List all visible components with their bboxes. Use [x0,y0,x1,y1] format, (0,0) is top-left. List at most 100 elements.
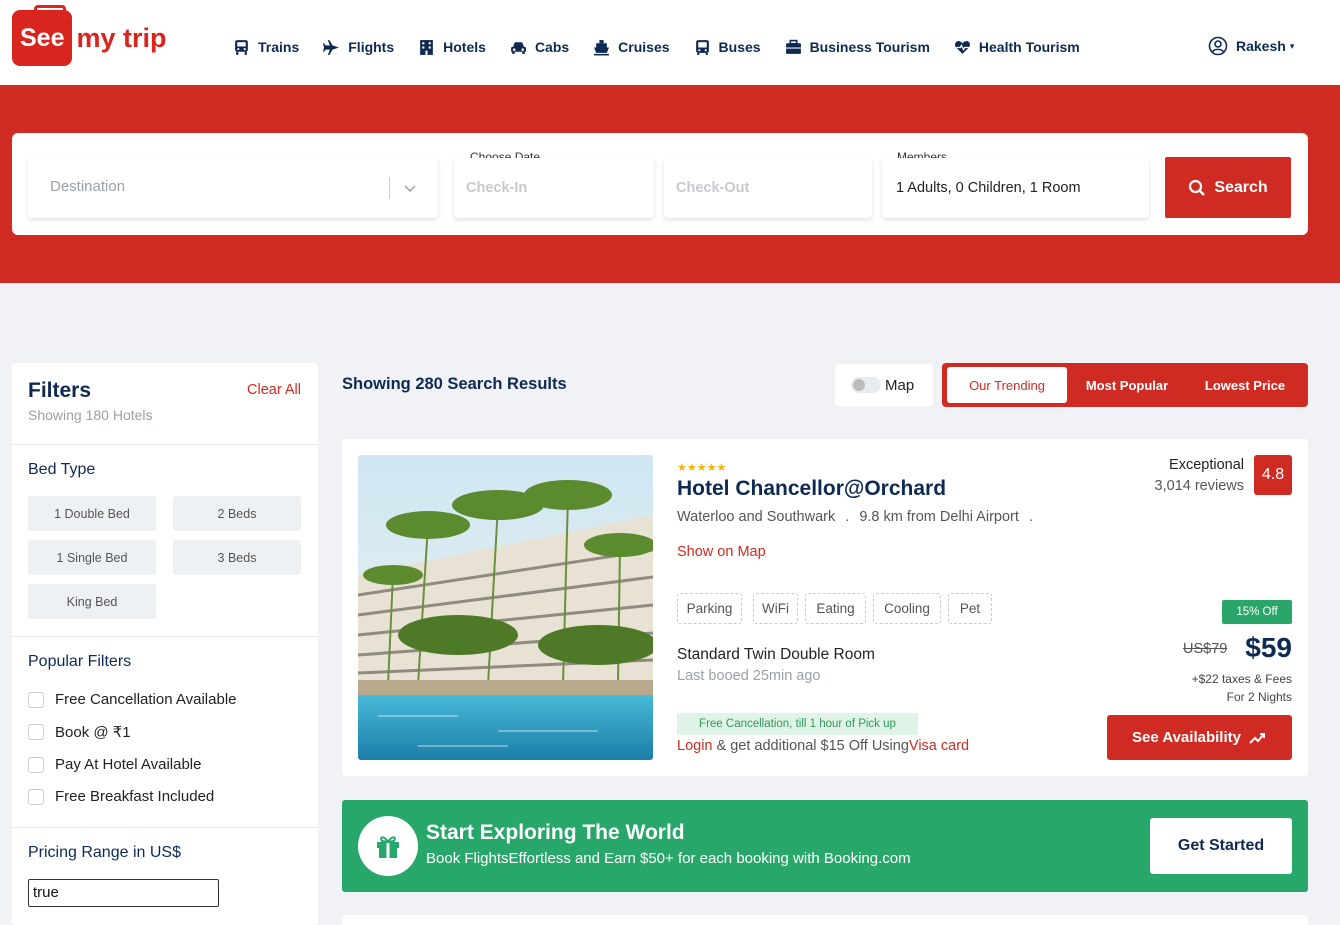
nav-cruises[interactable]: Cruises [593,36,670,58]
checkbox[interactable] [28,691,44,708]
map-label: Map [885,376,915,394]
check-in-input[interactable]: Check-In [454,158,654,218]
amenity-tag: Pet [948,593,992,624]
heart-pulse-icon [954,40,970,54]
discount-badge: 15% Off [1222,600,1292,624]
bus-icon [695,39,709,55]
toggle-switch[interactable] [851,377,881,393]
taxes-fees: +$22 taxes & Fees [1191,672,1292,686]
search-icon [1189,179,1206,196]
tab-lowest-price[interactable]: Lowest Price [1190,367,1300,403]
filter-checkbox[interactable]: Book @ ₹1 [28,723,131,741]
logo-suitcase: See [12,5,73,66]
rating-label: Exceptional [1169,457,1244,473]
user-circle-icon [1208,36,1228,56]
plane-icon [323,39,340,55]
chevron-down-icon[interactable] [401,179,419,197]
hotel-distance: 9.8 km from Delhi Airport [859,509,1019,525]
nav-health-tourism[interactable]: Health Tourism [954,36,1080,58]
nights-count: For 2 Nights [1226,690,1292,704]
hotel-photo[interactable] [358,455,653,760]
nav-label: Trains [258,39,300,55]
check-out-placeholder: Check-Out [676,180,750,196]
bed-option[interactable]: 1 Double Bed [28,496,156,531]
nav-business-tourism[interactable]: Business Tourism [785,36,930,58]
divider [12,636,318,637]
filter-checkbox[interactable]: Free Cancellation Available [28,691,237,708]
login-offer-text: & get additional $15 Off Using [712,738,909,754]
nav-label: Business Tourism [809,39,930,55]
destination-select[interactable]: Destination [28,158,438,218]
amenity-tag: Eating [805,593,866,624]
filter-checkbox[interactable]: Free Breakfast Included [28,788,214,805]
members-value: 1 Adults, 0 Children, 1 Room [896,180,1081,196]
sort-tabs: Our Trending Most Popular Lowest Price [942,363,1308,407]
nav-trains[interactable]: Trains [233,36,299,58]
checkbox-label: Free Cancellation Available [55,691,237,708]
checkbox[interactable] [28,724,44,740]
divider [389,177,390,199]
checkbox[interactable] [28,788,44,805]
dot-separator: . [1028,509,1033,525]
tab-most-popular[interactable]: Most Popular [1072,367,1182,403]
visa-card-link[interactable]: Visa card [909,738,969,754]
room-type: Standard Twin Double Room [677,646,875,663]
map-toggle[interactable]: Map [835,364,933,406]
nav-hotels[interactable]: Hotels [418,36,486,58]
user-name: Rakesh [1236,38,1286,54]
nav-cabs[interactable]: Cabs [510,36,569,58]
nav-buses[interactable]: Buses [694,36,761,58]
hotel-name[interactable]: Hotel Chancellor@Orchard [677,477,946,501]
clear-all-link[interactable]: Clear All [247,382,301,398]
bed-option[interactable]: 3 Beds [173,540,301,575]
user-menu[interactable]: Rakesh ▾ [1208,36,1294,56]
hotel-card: ★★★★★ Hotel Chancellor@Orchard Waterloo … [342,439,1308,776]
rating-badge: 4.8 [1254,455,1292,495]
check-out-input[interactable]: Check-Out [664,158,872,218]
bed-option[interactable]: 1 Single Bed [28,540,156,575]
see-availability-button[interactable]: See Availability [1107,715,1292,760]
show-on-map-link[interactable]: Show on Map [677,544,766,560]
review-count[interactable]: 3,014 reviews [1155,478,1244,494]
filter-checkbox[interactable]: Pay At Hotel Available [28,756,201,773]
main-nav: Trains Flights Hotels Cabs Cruises Buses… [233,36,1104,58]
search-button-label: Search [1214,178,1268,196]
members-input[interactable]: 1 Adults, 0 Children, 1 Room [882,158,1149,218]
promo-banner: Start Exploring The World Book FlightsEf… [342,800,1308,892]
nav-flights[interactable]: Flights [323,36,394,58]
bed-option[interactable]: King Bed [28,584,156,619]
tab-our-trending[interactable]: Our Trending [947,367,1067,403]
get-started-button[interactable]: Get Started [1150,818,1292,874]
briefcase-icon [785,39,801,54]
amenity-tag: Cooling [873,593,941,624]
filters-title: Filters [28,379,92,402]
car-icon [511,41,526,54]
original-price: US$79 [1183,641,1228,657]
checkbox[interactable] [28,756,44,773]
promo-title: Start Exploring The World [426,821,685,844]
promo-subtitle: Book FlightsEffortless and Earn $50+ for… [426,850,911,867]
pricing-range-input[interactable]: true [28,879,219,907]
amenity-tag: WiFi [753,593,798,624]
bed-type-title: Bed Type [28,461,96,478]
hotel-icon [420,39,434,55]
destination-placeholder: Destination [50,178,126,195]
brand-logo[interactable]: See my trip [12,5,167,66]
login-link[interactable]: Login [677,738,712,754]
checkbox-label: Book @ ₹1 [55,724,131,741]
checkbox-label: Free Breakfast Included [55,788,215,805]
free-cancellation-badge: Free Cancellation, till 1 hour of Pick u… [677,713,918,735]
train-icon [235,39,248,55]
ship-icon [594,39,610,55]
popular-filters-title: Popular Filters [28,653,132,670]
hotel-pool-image [358,455,653,760]
nav-label: Flights [348,39,395,55]
filters-header: Filters Showing 180 Hotels Clear All [12,363,318,445]
nav-label: Cabs [534,39,570,55]
bed-option[interactable]: 2 Beds [173,496,301,531]
search-button[interactable]: Search [1165,157,1291,218]
last-booked: Last booed 25min ago [677,668,821,684]
nav-label: Cruises [618,39,670,55]
caret-down-icon: ▾ [1289,40,1295,51]
current-price: $59 [1245,632,1292,663]
